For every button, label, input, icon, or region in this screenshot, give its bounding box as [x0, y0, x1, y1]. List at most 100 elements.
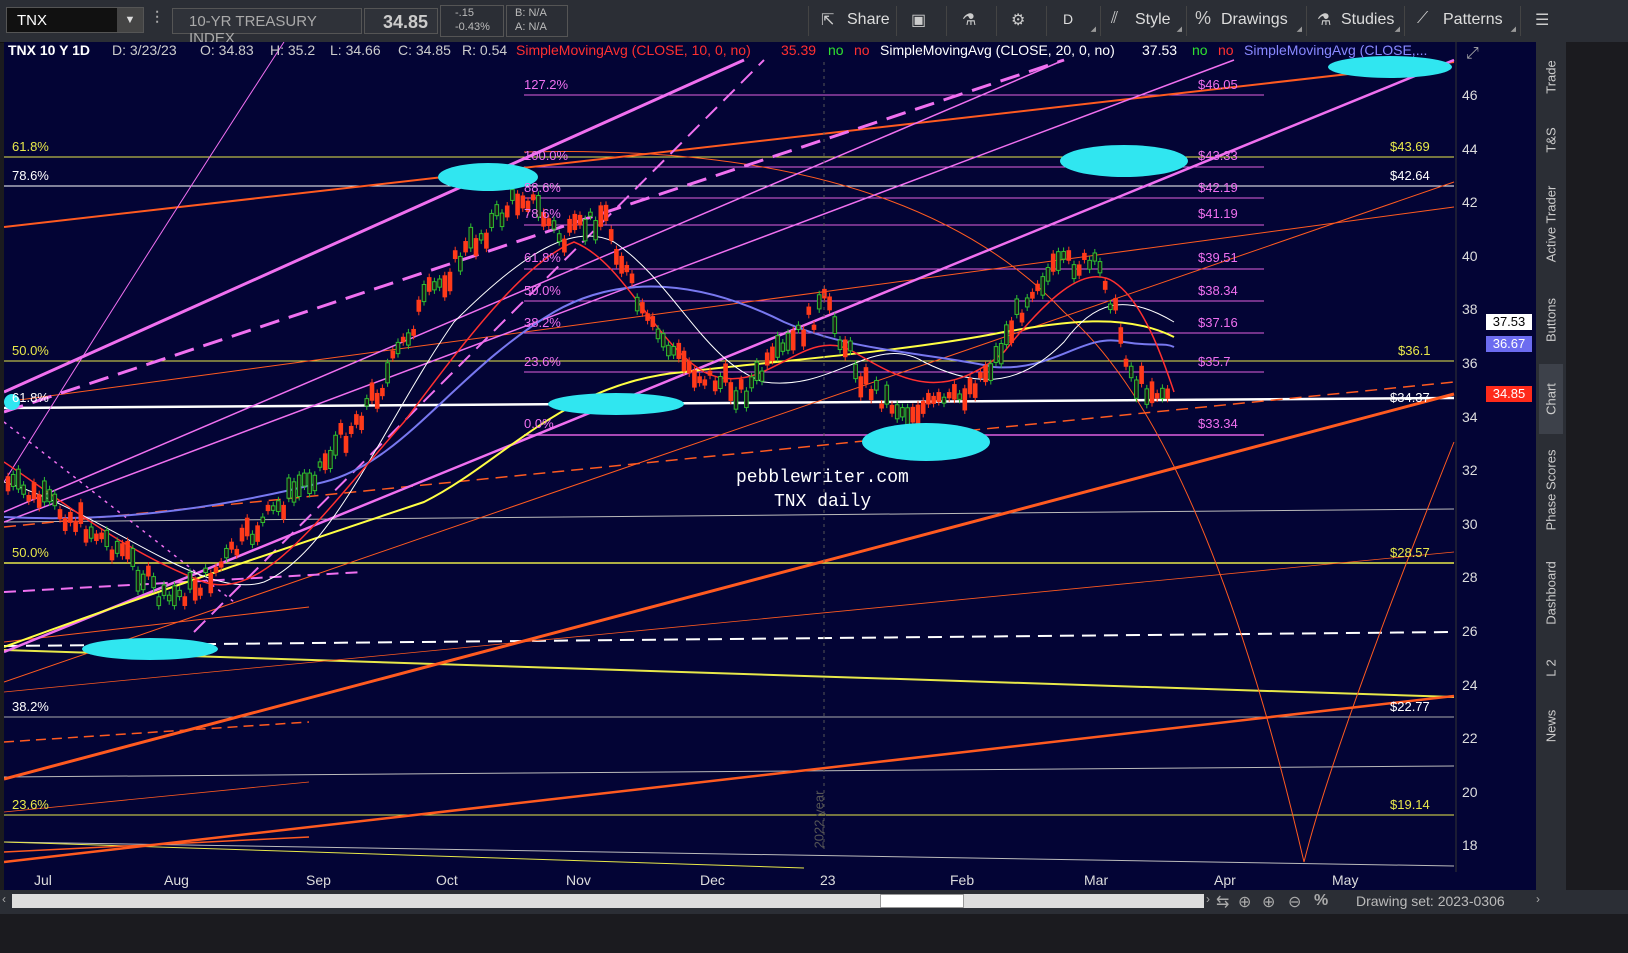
outer-fib-label: 61.8% [12, 139, 49, 154]
patterns-icon: ⟋ [1417, 10, 1429, 27]
candle-body [16, 468, 21, 490]
y-axis-label: 22 [1462, 730, 1478, 747]
flask-studies-icon: ⚗ [1317, 12, 1332, 29]
sma20-label[interactable]: SimpleMovingAvg (CLOSE, 20, 0, no) [880, 42, 1115, 58]
candle-body [858, 376, 864, 398]
candle-body [775, 335, 780, 358]
tab-buttons[interactable]: Buttons [1539, 282, 1563, 358]
watermark-site: pebblewriter.com [736, 468, 909, 488]
symbol-input[interactable]: TNX ▼ [6, 7, 144, 33]
bottom-scroll-right-icon[interactable]: › [1536, 892, 1540, 906]
candle-body [868, 388, 874, 401]
settings-button[interactable]: ⚙ [996, 6, 1044, 36]
candle-body [681, 350, 687, 372]
candle-body [1113, 297, 1118, 311]
candle-body [577, 214, 583, 226]
candle-body [978, 372, 983, 379]
tab-trade[interactable]: Trade [1539, 46, 1563, 108]
tab-dashboard[interactable]: Dashboard [1539, 548, 1563, 638]
candle-body [317, 461, 323, 468]
cyan-highlight [548, 393, 684, 415]
candle-body [354, 414, 359, 425]
candle-body [484, 232, 489, 249]
candle-body [104, 529, 110, 548]
candle-body [369, 382, 375, 401]
sma10-label[interactable]: SimpleMovingAvg (CLOSE, 10, 0, no) [516, 42, 751, 58]
percent-scale-icon[interactable]: % [1314, 892, 1328, 910]
fib-label: 50.0% [524, 283, 561, 298]
candle-body [166, 594, 172, 602]
candle-body [530, 194, 536, 201]
snapshot-button[interactable]: ▣ [896, 6, 944, 36]
camera-icon: ▣ [911, 12, 927, 29]
share-button[interactable]: ⇱ Share [808, 6, 894, 36]
candle-body [1144, 388, 1150, 405]
candle-body [733, 390, 739, 410]
candle-body [723, 363, 728, 383]
link-icon[interactable]: ⫶ [150, 8, 164, 34]
period-button[interactable]: D ◢ [1046, 6, 1098, 36]
studies-label: Studies [1341, 11, 1395, 28]
candle-body [406, 332, 411, 346]
crosshair-icon[interactable]: ⤢ [1466, 45, 1479, 62]
tab-chart[interactable]: Chart [1539, 364, 1563, 434]
sma20-no: no [1192, 42, 1208, 58]
candle-body [1066, 250, 1072, 261]
tab-label: News [1543, 709, 1559, 743]
candle-body [244, 517, 250, 537]
yellow-level-value: $22.77 [1390, 699, 1430, 714]
candle-body [161, 584, 167, 596]
candle-body [676, 342, 682, 359]
chart-header: TNX 10 Y 1D D: 3/23/23 O: 34.83 H: 35.2 … [4, 42, 1454, 60]
tab-l2[interactable]: L 2 [1539, 646, 1563, 690]
candle-body [562, 238, 567, 253]
candle-body [588, 211, 593, 217]
candle-body [291, 481, 297, 503]
zoom-out-icon[interactable]: ⊖ [1288, 892, 1301, 912]
candle-body [364, 398, 370, 407]
crosshair-zoom-icon[interactable]: ⊕ [1238, 892, 1251, 912]
chart-scrollbar[interactable] [12, 894, 1204, 908]
flask-button[interactable]: ⚗ [946, 6, 994, 36]
symbol-dropdown-icon[interactable]: ▼ [117, 8, 143, 32]
fib-label: 23.6% [524, 354, 561, 369]
chart-area[interactable]: ⤢ TNX 10 Y 1D D: 3/23/23 O: 34.83 H: 35.… [4, 42, 1536, 890]
candle-body [785, 332, 791, 351]
fib-label: 61.8% [524, 250, 561, 265]
last-price-text: 34.85 [383, 12, 429, 32]
tab-phase-scores[interactable]: Phase Scores [1539, 438, 1563, 542]
scrollbar-thumb[interactable] [880, 894, 964, 908]
net-change: -.15 -0.43% [440, 5, 504, 37]
last-price: 34.85 [364, 8, 438, 34]
candle-body [198, 587, 203, 596]
drawings-button[interactable]: % Drawings ◢ [1186, 6, 1304, 36]
fib-label: 88.6% [524, 180, 561, 195]
candle-body [634, 296, 640, 312]
candle-body [884, 384, 890, 405]
candle-body [463, 241, 468, 253]
candle-body [208, 573, 214, 594]
candle-body [796, 324, 801, 330]
scroll-left-icon[interactable]: ‹ [2, 892, 6, 906]
tab-ts[interactable]: T&S [1539, 114, 1563, 166]
orange-arc-curve [523, 150, 1455, 863]
candle-body [666, 344, 671, 357]
fib-value: $39.51 [1198, 250, 1238, 265]
pan-icon[interactable]: ⇆ [1216, 892, 1229, 912]
patterns-button[interactable]: ⟋ Patterns ◢ [1404, 6, 1518, 36]
menu-button[interactable]: ☰ [1520, 6, 1564, 36]
scroll-right-icon[interactable]: › [1206, 892, 1210, 906]
sma10-no: no [828, 42, 844, 58]
symbol-description: 10-YR TREASURY INDEX [172, 8, 362, 47]
candle-body [962, 388, 968, 411]
tab-active-trader[interactable]: Active Trader [1539, 172, 1563, 276]
zoom-in-icon[interactable]: ⊕ [1262, 892, 1275, 912]
sma-next-label[interactable]: SimpleMovingAvg (CLOSE,... [1244, 42, 1427, 58]
candle-body [759, 370, 765, 382]
style-button[interactable]: ⫽ Style ◢ [1100, 6, 1184, 36]
candle-body [5, 476, 11, 492]
y-axis-label: 20 [1462, 783, 1478, 800]
tab-news[interactable]: News [1539, 698, 1563, 754]
tab-label: T&S [1543, 127, 1559, 153]
studies-button[interactable]: ⚗ Studies ◢ [1306, 6, 1402, 36]
